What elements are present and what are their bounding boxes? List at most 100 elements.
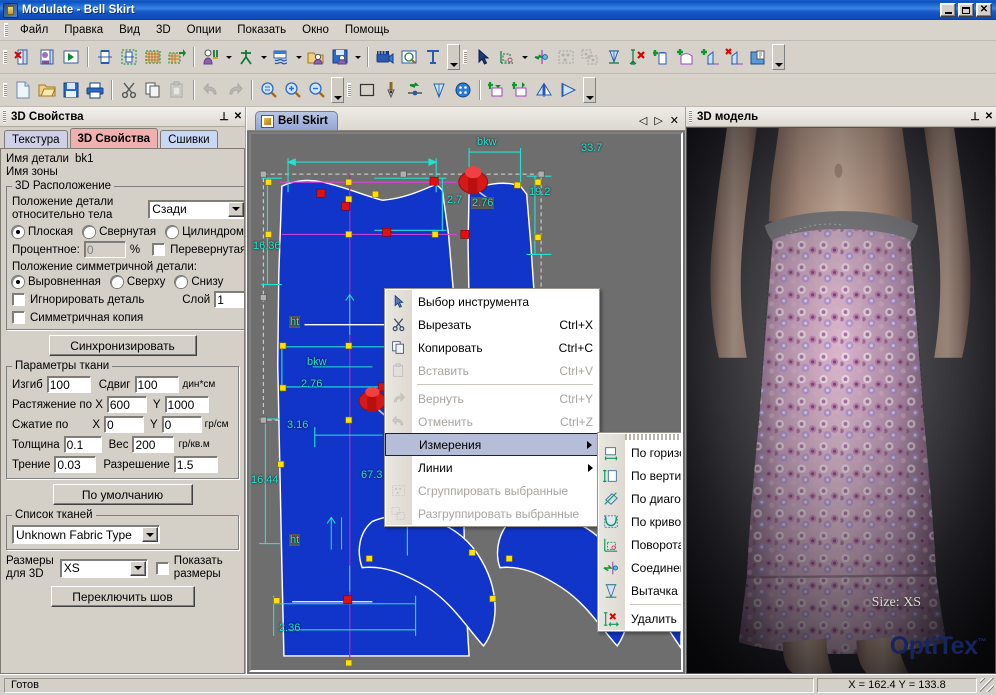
friction-input[interactable] <box>54 456 96 473</box>
tab-stitches[interactable]: Сшивки <box>160 130 218 148</box>
panel-drag-grip[interactable] <box>3 110 6 123</box>
submenu-dart[interactable]: Вытачка <box>598 579 683 602</box>
tab-prev-button[interactable]: ◁ <box>639 116 647 127</box>
cylinder-arrange-icon[interactable] <box>93 45 117 69</box>
dart-tool-icon[interactable] <box>427 78 451 102</box>
mesh-export-icon[interactable] <box>165 45 189 69</box>
copy-icon[interactable] <box>141 78 165 102</box>
resize-grip[interactable] <box>980 678 994 692</box>
submenu-horizontal[interactable]: По горизонтали <box>598 441 683 464</box>
toolbar-grip-3[interactable] <box>3 83 7 97</box>
radio-below[interactable]: Снизу <box>175 276 223 288</box>
radio-above[interactable]: Сверху <box>111 276 165 288</box>
toolbar-grip-2[interactable] <box>463 50 467 64</box>
paste-icon[interactable] <box>165 78 189 102</box>
fabric-drape-icon[interactable] <box>269 45 293 69</box>
ctx-lines[interactable]: Линии <box>385 456 599 479</box>
close-icon[interactable]: ✕ <box>231 110 245 124</box>
ctx-cut[interactable]: Вырезать Ctrl+X <box>385 313 599 336</box>
bend-input[interactable] <box>47 376 91 393</box>
ctx-copy[interactable]: Копировать Ctrl+C <box>385 336 599 359</box>
toolbar-overflow-standard[interactable] <box>331 77 344 103</box>
mirror-vertical-icon[interactable] <box>557 78 581 102</box>
open-avatar-icon[interactable] <box>304 45 328 69</box>
avatar-pose-dropdown-arrow[interactable] <box>258 45 269 69</box>
layer-input[interactable] <box>214 291 245 308</box>
snapshot-icon[interactable] <box>397 45 421 69</box>
menu-show[interactable]: Показать <box>229 22 294 38</box>
avatar-tools-dropdown-arrow[interactable] <box>223 45 234 69</box>
open-3d-window-icon[interactable] <box>11 45 35 69</box>
compress-y-input[interactable] <box>162 416 202 433</box>
menu-options[interactable]: Опции <box>179 22 230 38</box>
toolbar-overflow-3d[interactable] <box>447 44 460 70</box>
zoom-out-icon[interactable] <box>305 78 329 102</box>
size-select[interactable]: XS <box>60 559 148 578</box>
menu-file[interactable]: Файл <box>12 22 56 38</box>
delete-fold-icon[interactable] <box>722 45 746 69</box>
menu-window[interactable]: Окно <box>294 22 337 38</box>
movie-record-icon[interactable] <box>373 45 397 69</box>
rectangle-icon[interactable] <box>355 78 379 102</box>
rotate-measure-icon[interactable] <box>495 45 519 69</box>
submenu-delete[interactable]: Удалить <box>598 607 683 630</box>
group-selected-icon[interactable] <box>554 45 578 69</box>
import-piece-icon[interactable] <box>485 78 509 102</box>
menubar-grip[interactable] <box>4 23 8 37</box>
submenu-junction[interactable]: Соединение <box>598 556 683 579</box>
chevron-down-icon-size[interactable] <box>130 561 146 576</box>
tab-close-button[interactable]: ✕ <box>670 116 679 127</box>
junction-icon[interactable] <box>530 45 554 69</box>
export-shape-icon[interactable] <box>509 78 533 102</box>
body-position-select[interactable]: Сзади <box>148 200 245 219</box>
ignore-part-checkbox[interactable]: Игнорировать деталь <box>12 293 144 306</box>
show-sizes-checkbox[interactable] <box>156 562 169 575</box>
menu-view[interactable]: Вид <box>111 22 148 38</box>
fabric-type-select[interactable]: Unknown Fabric Type <box>12 525 160 544</box>
select-arrow-icon[interactable] <box>471 45 495 69</box>
pin-icon[interactable]: ⊥ <box>217 110 231 124</box>
tab-next-button[interactable]: ▷ <box>654 116 662 127</box>
ctx-measurements[interactable]: Измерения <box>385 433 599 456</box>
defaults-button[interactable]: По умолчанию <box>53 484 193 505</box>
redo-icon[interactable] <box>223 78 247 102</box>
add-shape-icon[interactable] <box>674 45 698 69</box>
undo-icon[interactable] <box>199 78 223 102</box>
stretch-x-input[interactable] <box>107 396 147 413</box>
pin-icon-3d[interactable]: ⊥ <box>968 110 982 124</box>
minimize-button[interactable] <box>940 3 956 17</box>
shear-input[interactable] <box>135 376 179 393</box>
mirror-horizontal-icon[interactable] <box>533 78 557 102</box>
text-tool-icon[interactable] <box>421 45 445 69</box>
toggle-seam-button[interactable]: Переключить шов <box>51 586 195 607</box>
percent-input[interactable] <box>84 241 126 258</box>
delete-measure-icon[interactable] <box>626 45 650 69</box>
save-file-icon[interactable] <box>59 78 83 102</box>
avatar-pose-icon[interactable] <box>234 45 258 69</box>
panel-drag-grip-3d[interactable] <box>689 110 692 123</box>
toolbar-overflow-edit[interactable] <box>772 44 785 70</box>
chevron-down-icon-fabric[interactable] <box>142 527 158 542</box>
submenu-diagonal[interactable]: По диагонали <box>598 487 683 510</box>
weight-input[interactable] <box>132 436 174 453</box>
mesh-grid-icon[interactable] <box>141 45 165 69</box>
close-icon-3d[interactable]: ✕ <box>982 110 996 124</box>
add-piece-icon[interactable] <box>650 45 674 69</box>
radio-cylinder[interactable]: Цилиндром <box>166 226 244 238</box>
menu-3d[interactable]: 3D <box>148 22 179 38</box>
pen-tool-icon[interactable] <box>379 78 403 102</box>
save-avatar-icon[interactable] <box>328 45 352 69</box>
synchronize-button[interactable]: Синхронизировать <box>49 335 197 356</box>
radio-aligned[interactable]: Выровненная <box>12 276 101 288</box>
thickness-input[interactable] <box>64 436 102 453</box>
ctx-select-tool[interactable]: Выбор инструмента <box>385 290 599 313</box>
submenu-vertical[interactable]: По вертикали <box>598 464 683 487</box>
pattern-canvas-wrapper[interactable]: 33.7 bkw 2.7 2.76 19.2 16.36 ht bkw 2.76… <box>249 132 683 672</box>
chevron-down-icon[interactable] <box>228 202 244 217</box>
open-file-icon[interactable] <box>35 78 59 102</box>
document-tab-bell-skirt[interactable]: Bell Skirt <box>255 111 338 130</box>
radio-rolled[interactable]: Свернутая <box>83 226 156 238</box>
fabric-drape-dropdown-arrow[interactable] <box>293 45 304 69</box>
stretch-y-input[interactable] <box>165 396 209 413</box>
toolbar-grip[interactable] <box>3 50 7 64</box>
